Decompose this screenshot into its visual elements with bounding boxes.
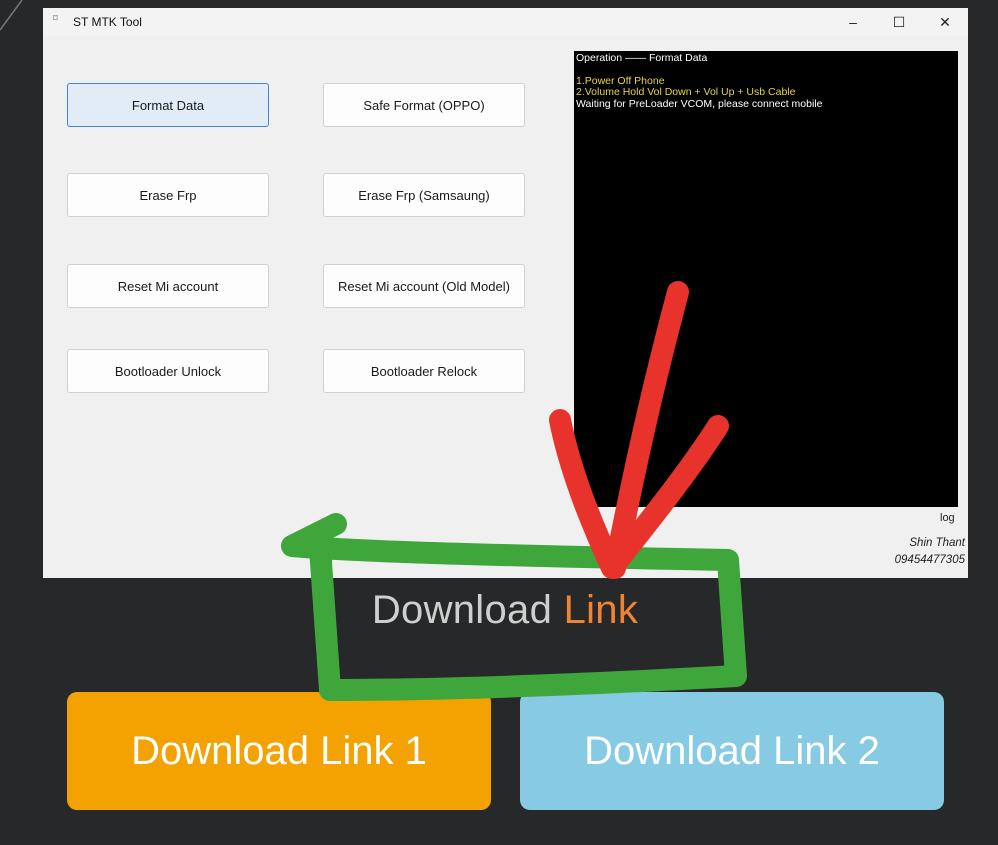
erase-frp-samsung-button[interactable]: Erase Frp (Samsaung) xyxy=(323,173,525,217)
console-line: Operation —— Format Data xyxy=(576,52,708,64)
heading-main-text: Download xyxy=(371,588,553,632)
app-window: ⌑ ST MTK Tool – ☐ ✕ Format Data Safe For… xyxy=(43,8,968,578)
title-bar[interactable]: ⌑ ST MTK Tool – ☐ ✕ xyxy=(43,8,968,36)
download-link-2-button[interactable]: Download Link 2 xyxy=(520,692,944,810)
output-console[interactable]: Operation —— Format Data 1.Power Off Pho… xyxy=(574,51,958,507)
log-label: log xyxy=(940,512,955,524)
reset-mi-account-button[interactable]: Reset Mi account xyxy=(67,264,269,308)
download-link-heading: Download Link xyxy=(0,588,998,633)
maximize-icon: ☐ xyxy=(892,13,906,30)
erase-frp-button[interactable]: Erase Frp xyxy=(67,173,269,217)
close-button[interactable]: ✕ xyxy=(922,8,968,36)
heading-accent-text: Link xyxy=(563,588,639,632)
download-link-1-button[interactable]: Download Link 1 xyxy=(67,692,491,810)
maximize-button[interactable]: ☐ xyxy=(876,8,922,36)
author-credit: Shin Thant 09454477305 xyxy=(895,535,965,569)
bootloader-unlock-button[interactable]: Bootloader Unlock xyxy=(67,349,269,393)
corner-decoration-line xyxy=(0,0,23,31)
minimize-button[interactable]: – xyxy=(830,8,876,36)
reset-mi-account-old-button[interactable]: Reset Mi account (Old Model) xyxy=(323,264,525,308)
safe-format-oppo-button[interactable]: Safe Format (OPPO) xyxy=(323,83,525,127)
window-title: ST MTK Tool xyxy=(73,15,142,29)
author-phone: 09454477305 xyxy=(894,554,965,566)
bootloader-relock-button[interactable]: Bootloader Relock xyxy=(323,349,525,393)
app-icon: ⌑ xyxy=(53,13,58,23)
format-data-button[interactable]: Format Data xyxy=(67,83,269,127)
author-name: Shin Thant xyxy=(909,537,965,549)
minimize-icon: – xyxy=(849,14,857,30)
console-line: 2.Volume Hold Vol Down + Vol Up + Usb Ca… xyxy=(576,86,796,98)
close-icon: ✕ xyxy=(939,13,951,30)
console-line: Waiting for PreLoader VCOM, please conne… xyxy=(576,97,823,110)
